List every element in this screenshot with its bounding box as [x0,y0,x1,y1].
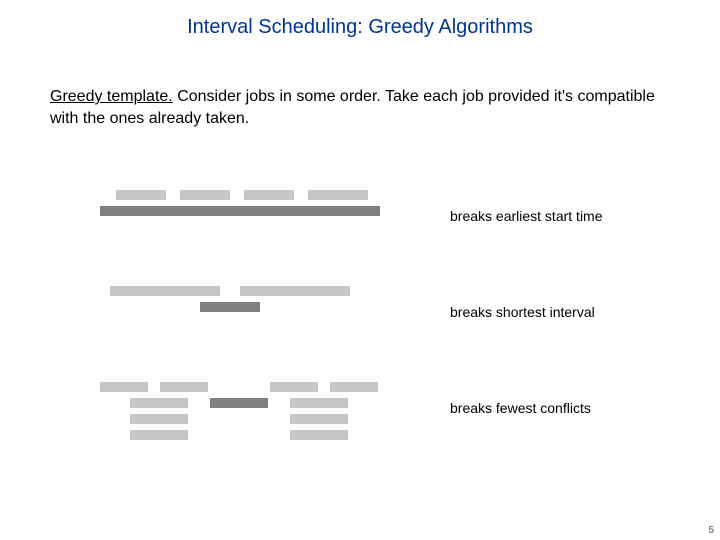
interval-bar [200,302,260,312]
interval-bar [240,286,350,296]
page-number: 5 [708,525,714,536]
example-caption: breaks earliest start time [450,208,603,224]
interval-bar [130,430,188,440]
interval-bar [290,414,348,424]
slide: Interval Scheduling: Greedy Algorithms G… [0,0,720,540]
example-earliest-start: breaks earliest start time [100,190,660,260]
slide-title: Interval Scheduling: Greedy Algorithms [0,16,720,39]
interval-bar [290,430,348,440]
counterexample-diagrams: breaks earliest start time breaks shorte… [100,190,660,498]
interval-bar [330,382,378,392]
interval-bar [210,398,268,408]
example-fewest-conflicts: breaks fewest conflicts [100,382,660,472]
interval-bar [116,190,166,200]
interval-bar [270,382,318,392]
example-caption: breaks shortest interval [450,304,595,320]
interval-bar [130,414,188,424]
interval-bar [110,286,220,296]
example-caption: breaks fewest conflicts [450,400,591,416]
interval-bar [100,206,380,216]
body-text: Greedy template. Consider jobs in some o… [50,86,680,129]
interval-bar [130,398,188,408]
interval-bar [160,382,208,392]
interval-bar [180,190,230,200]
example-shortest-interval: breaks shortest interval [100,286,660,356]
interval-bar [290,398,348,408]
interval-bar [244,190,294,200]
interval-bar [100,382,148,392]
bars-group [100,382,420,472]
lead-phrase: Greedy template. [50,88,173,105]
bars-group [100,286,420,356]
bars-group [100,190,420,260]
interval-bar [308,190,368,200]
